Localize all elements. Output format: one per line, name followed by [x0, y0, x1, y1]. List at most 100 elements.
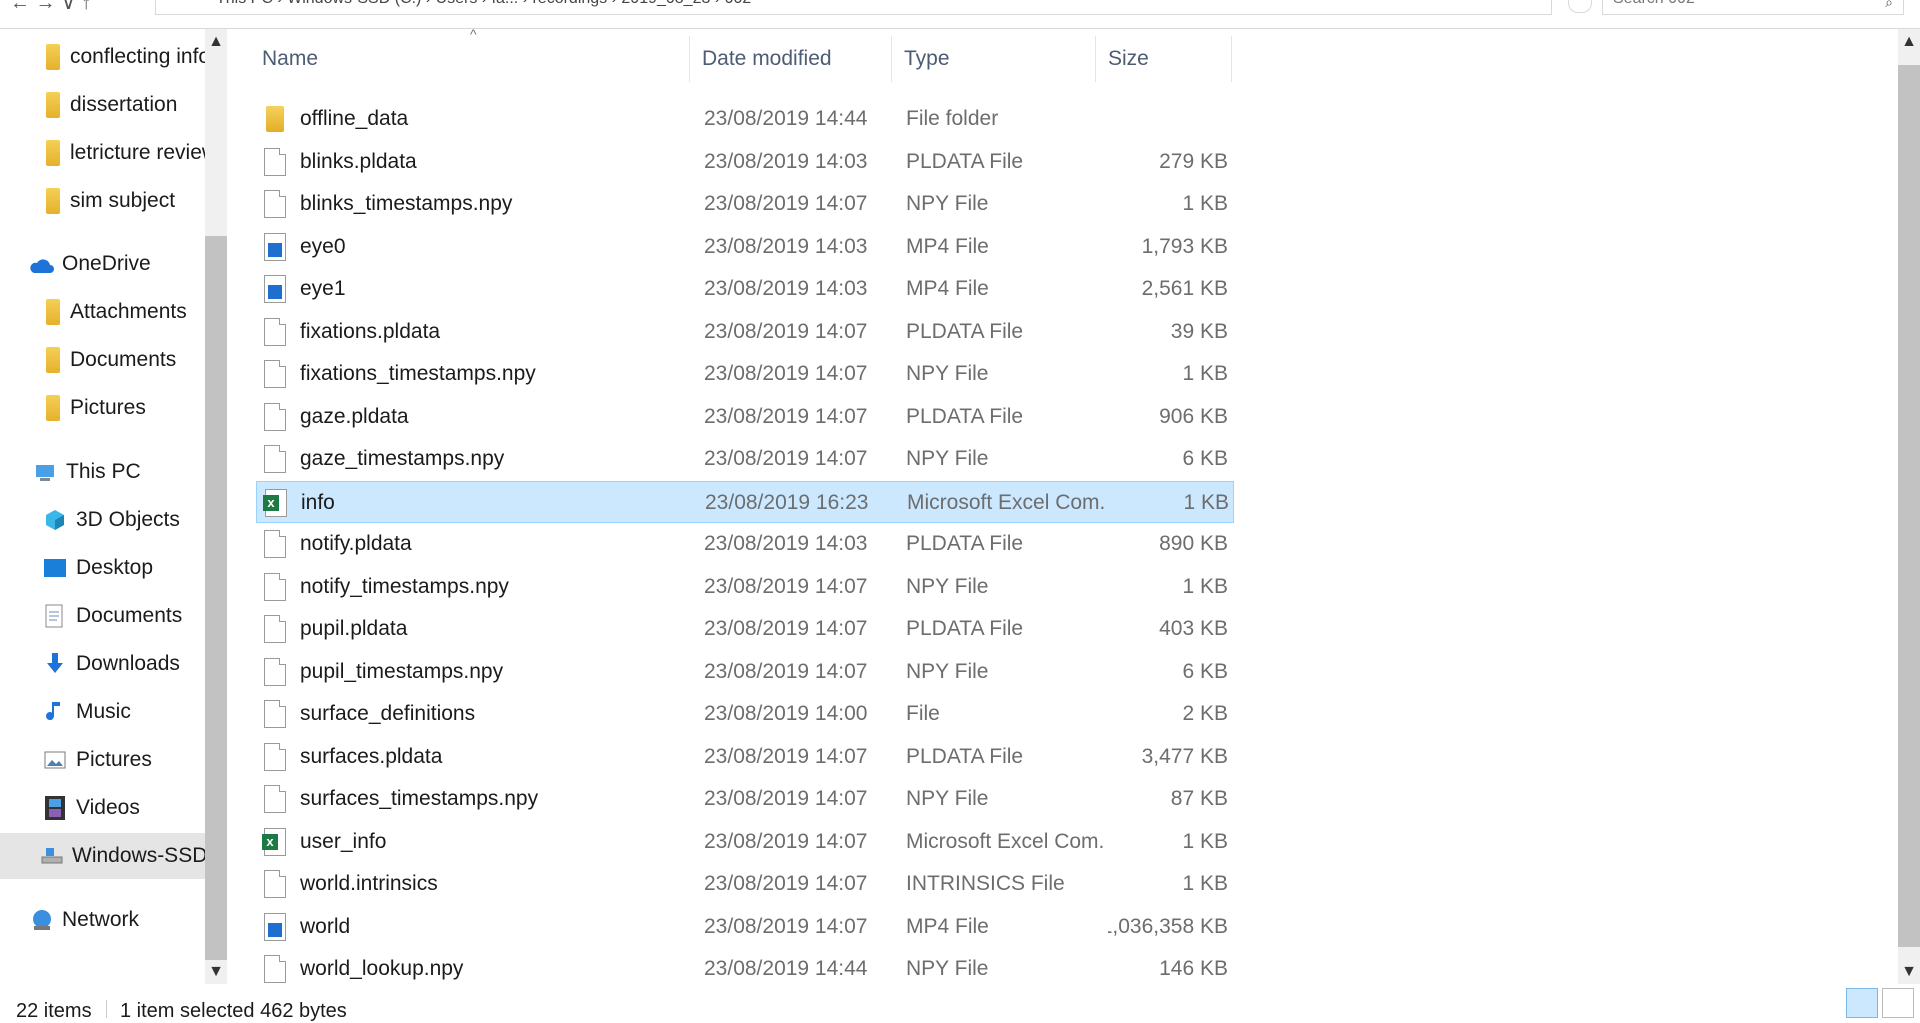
sidebar-item-music[interactable]: Music — [0, 689, 205, 735]
file-name-cell: info — [257, 482, 687, 524]
file-row[interactable]: surfaces_timestamps.npy 23/08/2019 14:07 N… — [256, 778, 1234, 820]
file-date: 23/08/2019 14:00 — [704, 702, 868, 725]
file-row[interactable]: user_info 23/08/2019 14:07 Microsoft Excel… — [256, 821, 1234, 863]
sidebar-item-label: Windows-SSD (C — [72, 844, 205, 867]
sidebar-item-quick-2[interactable]: letricture review — [0, 130, 205, 176]
large-icons-view-icon[interactable] — [1882, 988, 1914, 1018]
sidebar-item-videos[interactable]: Videos — [0, 785, 205, 831]
file-name-cell: eye0 — [256, 226, 686, 268]
file-row[interactable]: notify.pldata 23/08/2019 14:03 PLDATA File… — [256, 523, 1234, 565]
file-name: notify.pldata — [300, 532, 412, 555]
sidebar-item-quick-3[interactable]: sim subject — [0, 178, 205, 224]
sidebar-item-quick-1[interactable]: dissertation — [0, 82, 205, 128]
file-type: NPY File — [906, 447, 989, 470]
sidebar-scroll-thumb[interactable] — [205, 236, 227, 960]
file-name-cell: surfaces_timestamps.npy — [256, 778, 686, 820]
file-type: NPY File — [906, 574, 989, 598]
file-type: PLDATA File — [906, 404, 1024, 428]
sidebar-item-label: conflecting infor — [70, 45, 205, 68]
sidebar-item-onedrive[interactable]: OneDrive — [0, 241, 205, 287]
scroll-down-icon[interactable]: ▼ — [1898, 963, 1920, 981]
file-row[interactable]: info 23/08/2019 16:23 Microsoft Excel Com.… — [256, 480, 1234, 524]
file-row[interactable]: world_lookup.npy 23/08/2019 14:44 NPY File… — [256, 948, 1234, 990]
file-row[interactable]: fixations_timestamps.npy 23/08/2019 14:07… — [256, 353, 1234, 395]
address-bar[interactable]: This PC › Windows-SSD (C:) › Users › fa.… — [155, 0, 1552, 15]
downloads-icon — [44, 651, 66, 677]
sidebar-item-label: OneDrive — [62, 252, 151, 275]
sidebar-item-od-pictures[interactable]: Pictures — [0, 385, 205, 431]
file-date: 23/08/2019 14:03 — [704, 149, 868, 173]
file-list-scroll-thumb[interactable] — [1898, 65, 1920, 947]
file-row[interactable]: gaze_timestamps.npy 23/08/2019 14:07 NPY F… — [256, 438, 1234, 480]
file-date: 23/08/2019 14:03 — [704, 277, 868, 300]
file-row[interactable]: fixations.pldata 23/08/2019 14:07 PLDATA F… — [256, 311, 1234, 353]
file-row[interactable]: pupil_timestamps.npy 23/08/2019 14:07 NPY … — [256, 651, 1234, 693]
file-name: fixations.pldata — [300, 319, 441, 343]
file-row[interactable]: world.intrinsics 23/08/2019 14:07 INTRINSI… — [256, 863, 1234, 905]
column-type[interactable]: Type — [892, 36, 1096, 82]
file-icon — [264, 955, 286, 983]
column-name[interactable]: Name ^ — [250, 26, 690, 82]
scroll-up-icon[interactable]: ▲ — [205, 33, 227, 51]
back-forward-arrows[interactable]: ← → ∨ ↑ — [10, 0, 91, 15]
file-row[interactable]: eye1 23/08/2019 14:03 MP4 File 2,561 KB — [256, 268, 1234, 310]
sidebar-item-pictures[interactable]: Pictures — [0, 737, 205, 783]
sidebar-item-network[interactable]: Network — [0, 897, 205, 943]
video-file-icon — [264, 275, 286, 303]
file-size: 146 KB — [1159, 957, 1228, 980]
search-icon: ⌕ — [1885, 0, 1893, 10]
sidebar-item-documents[interactable]: Documents — [0, 593, 205, 639]
file-date: 23/08/2019 14:07 — [704, 659, 868, 683]
file-date: 23/08/2019 14:44 — [704, 107, 868, 130]
file-row[interactable]: surface_definitions 23/08/2019 14:00 File 2… — [256, 693, 1234, 735]
file-name-cell: eye1 — [256, 268, 686, 310]
sidebar-item-3d-objects[interactable]: 3D Objects — [0, 497, 205, 543]
file-name: info — [301, 490, 335, 514]
file-size: 1 KB — [1183, 490, 1229, 514]
file-name-cell: surfaces.pldata — [256, 736, 686, 778]
file-row[interactable]: eye0 23/08/2019 14:03 MP4 File 1,793 KB — [256, 226, 1234, 268]
sidebar-item-label: Desktop — [76, 556, 154, 579]
sidebar-item-label: dissertation — [70, 93, 178, 116]
scroll-down-icon[interactable]: ▼ — [205, 963, 227, 981]
scroll-up-icon[interactable]: ▲ — [1898, 33, 1920, 51]
sidebar-item-label: Downloads — [76, 652, 180, 675]
status-bar: 22 items 1 item selected 462 bytes — [0, 1000, 1920, 1022]
sidebar-item-windows-ssd[interactable]: Windows-SSD (C — [0, 833, 205, 879]
file-list-scrollbar[interactable]: ▲ ▼ — [1898, 29, 1920, 984]
file-row[interactable]: world 23/08/2019 14:07 MP4 File 1,036,358 K… — [256, 906, 1234, 948]
file-row[interactable]: blinks.pldata 23/08/2019 14:03 PLDATA File… — [256, 141, 1234, 183]
sidebar-item-attachments[interactable]: Attachments — [0, 289, 205, 335]
refresh-button[interactable] — [1568, 0, 1592, 13]
file-type: Microsoft Excel Com... — [907, 490, 1107, 514]
video-file-icon — [264, 912, 286, 941]
sidebar-item-od-documents[interactable]: Documents — [0, 337, 205, 383]
file-row[interactable]: pupil.pldata 23/08/2019 14:07 PLDATA File 4… — [256, 608, 1234, 650]
3d-objects-icon — [44, 507, 66, 533]
file-date: 23/08/2019 14:07 — [704, 404, 868, 428]
sidebar-item-quick-0[interactable]: conflecting infor — [0, 34, 205, 80]
file-size: 3,477 KB — [1141, 744, 1228, 768]
file-name: surface_definitions — [300, 702, 476, 725]
file-row[interactable]: offline_data 23/08/2019 14:44 File folder — [256, 98, 1234, 140]
file-type: PLDATA File — [906, 149, 1024, 173]
file-name-cell: blinks.pldata — [256, 141, 686, 183]
file-row[interactable]: surfaces.pldata 23/08/2019 14:07 PLDATA Fi… — [256, 736, 1234, 778]
file-row[interactable]: notify_timestamps.npy 23/08/2019 14:07 NPY… — [256, 566, 1234, 608]
music-icon — [44, 699, 66, 725]
sidebar-item-this-pc[interactable]: This PC — [0, 449, 205, 495]
details-view-icon[interactable] — [1846, 988, 1878, 1018]
file-type: NPY File — [906, 192, 989, 215]
column-size[interactable]: Size — [1096, 36, 1232, 82]
search-input[interactable]: Search 002 ⌕ — [1602, 0, 1904, 15]
sidebar-item-downloads[interactable]: Downloads — [0, 641, 205, 687]
file-name: notify_timestamps.npy — [300, 574, 509, 598]
sidebar-scrollbar[interactable]: ▲ ▼ — [205, 29, 227, 984]
file-name: eye1 — [300, 277, 346, 300]
file-row[interactable]: gaze.pldata 23/08/2019 14:07 PLDATA File 90… — [256, 396, 1234, 438]
file-date: 23/08/2019 14:07 — [704, 192, 868, 215]
file-name-cell: gaze.pldata — [256, 396, 686, 438]
file-row[interactable]: blinks_timestamps.npy 23/08/2019 14:07 NPY… — [256, 183, 1234, 225]
column-date[interactable]: Date modified — [690, 36, 892, 82]
sidebar-item-desktop[interactable]: Desktop — [0, 545, 205, 591]
